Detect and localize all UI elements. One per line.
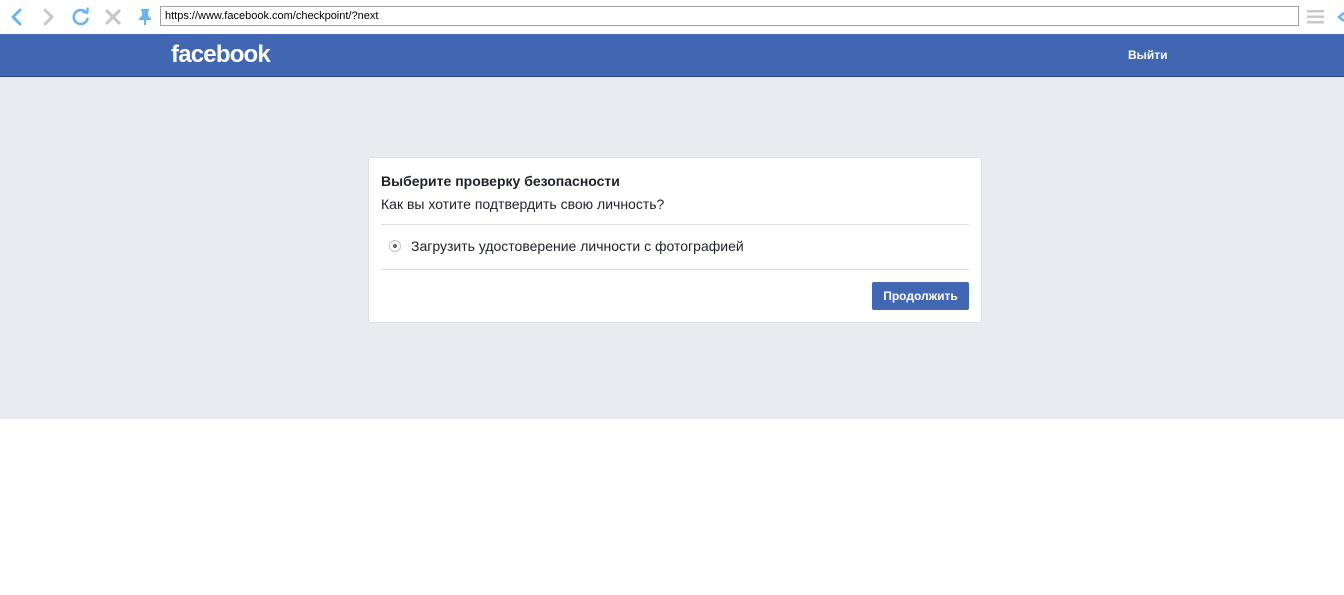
address-bar-input[interactable]: https://www.facebook.com/checkpoint/?nex… <box>160 6 1299 26</box>
browser-toolbar: https://www.facebook.com/checkpoint/?nex… <box>0 0 1344 34</box>
back-icon[interactable] <box>5 5 29 29</box>
sidebar-arrow-icon[interactable] <box>1336 8 1344 26</box>
card-subtitle: Как вы хотите подтвердить свою личность? <box>381 196 665 212</box>
pin-icon[interactable] <box>133 5 157 29</box>
card-title: Выберите проверку безопасности <box>381 173 620 189</box>
security-check-card: Выберите проверку безопасности Как вы хо… <box>368 157 982 323</box>
facebook-logo[interactable]: facebook <box>171 40 271 70</box>
option-label: Загрузить удостоверение личности с фотог… <box>411 238 744 254</box>
option-upload-photo-id[interactable]: Загрузить удостоверение личности с фотог… <box>381 226 969 270</box>
divider <box>381 224 969 225</box>
stop-icon[interactable] <box>101 5 125 29</box>
facebook-header: facebook Выйти <box>0 34 1344 77</box>
forward-icon[interactable] <box>36 5 60 29</box>
reload-icon[interactable] <box>69 5 93 29</box>
radio-button[interactable] <box>389 240 401 252</box>
page-content: Выберите проверку безопасности Как вы хо… <box>0 77 1344 419</box>
radio-selected-dot <box>393 244 397 248</box>
continue-button[interactable]: Продолжить <box>872 282 969 310</box>
divider <box>381 269 969 270</box>
menu-icon[interactable] <box>1306 8 1326 26</box>
logout-link[interactable]: Выйти <box>1128 47 1168 63</box>
